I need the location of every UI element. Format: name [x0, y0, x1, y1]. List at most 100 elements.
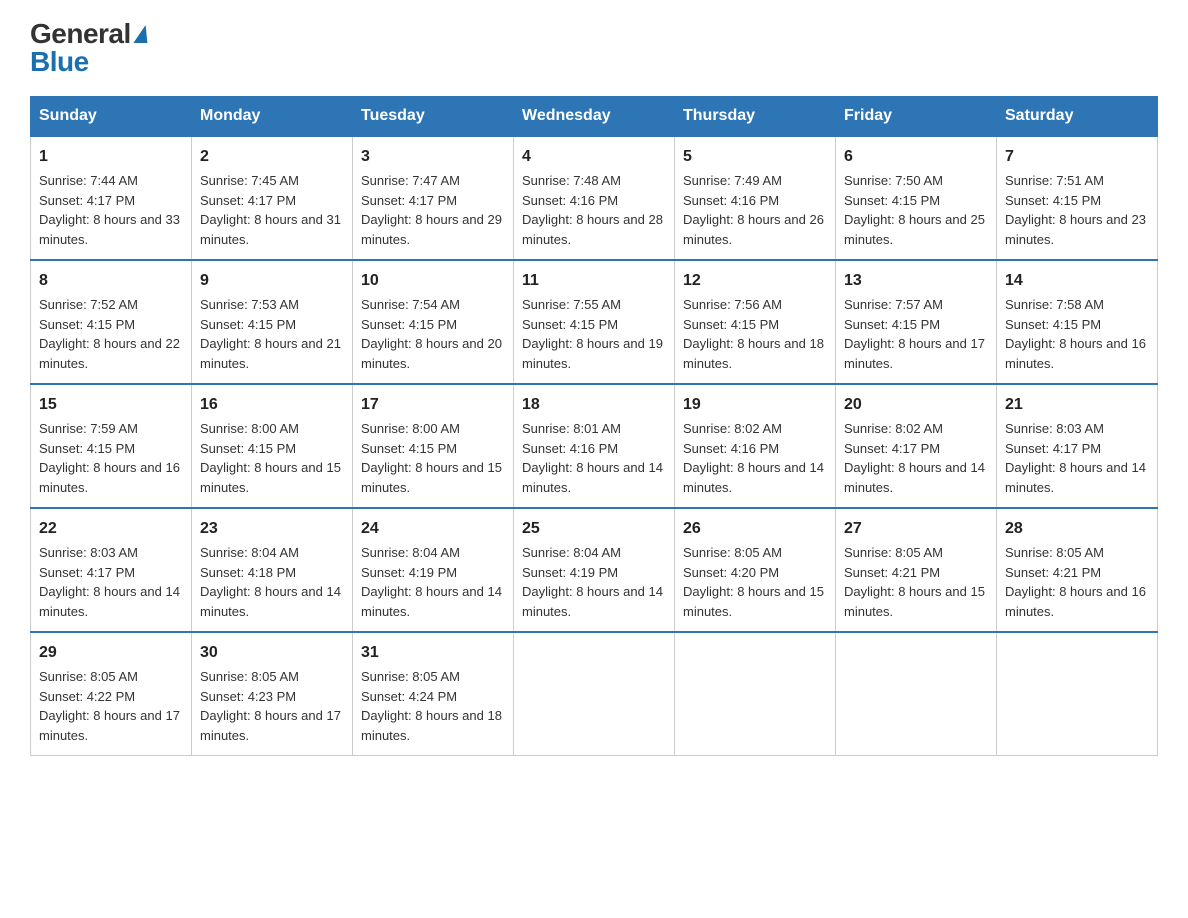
day-info: Sunrise: 8:05 AMSunset: 4:21 PMDaylight:… — [1005, 545, 1146, 619]
day-info: Sunrise: 7:49 AMSunset: 4:16 PMDaylight:… — [683, 173, 824, 247]
day-number: 11 — [522, 269, 666, 293]
day-number: 14 — [1005, 269, 1149, 293]
header-friday: Friday — [836, 97, 997, 137]
day-info: Sunrise: 8:00 AMSunset: 4:15 PMDaylight:… — [200, 421, 341, 495]
day-info: Sunrise: 8:05 AMSunset: 4:22 PMDaylight:… — [39, 669, 180, 743]
day-number: 8 — [39, 269, 183, 293]
day-cell-30: 30 Sunrise: 8:05 AMSunset: 4:23 PMDaylig… — [192, 632, 353, 756]
day-number: 4 — [522, 145, 666, 169]
calendar-table: SundayMondayTuesdayWednesdayThursdayFrid… — [30, 96, 1158, 756]
day-cell-2: 2 Sunrise: 7:45 AMSunset: 4:17 PMDayligh… — [192, 136, 353, 260]
day-number: 2 — [200, 145, 344, 169]
day-info: Sunrise: 7:44 AMSunset: 4:17 PMDaylight:… — [39, 173, 180, 247]
day-cell-8: 8 Sunrise: 7:52 AMSunset: 4:15 PMDayligh… — [31, 260, 192, 384]
empty-cell — [514, 632, 675, 756]
day-number: 16 — [200, 393, 344, 417]
day-info: Sunrise: 7:45 AMSunset: 4:17 PMDaylight:… — [200, 173, 341, 247]
day-number: 18 — [522, 393, 666, 417]
day-number: 28 — [1005, 517, 1149, 541]
day-info: Sunrise: 7:47 AMSunset: 4:17 PMDaylight:… — [361, 173, 502, 247]
day-cell-28: 28 Sunrise: 8:05 AMSunset: 4:21 PMDaylig… — [997, 508, 1158, 632]
day-info: Sunrise: 7:50 AMSunset: 4:15 PMDaylight:… — [844, 173, 985, 247]
day-number: 6 — [844, 145, 988, 169]
day-number: 3 — [361, 145, 505, 169]
day-number: 9 — [200, 269, 344, 293]
day-info: Sunrise: 8:02 AMSunset: 4:16 PMDaylight:… — [683, 421, 824, 495]
empty-cell — [836, 632, 997, 756]
day-cell-4: 4 Sunrise: 7:48 AMSunset: 4:16 PMDayligh… — [514, 136, 675, 260]
day-info: Sunrise: 7:59 AMSunset: 4:15 PMDaylight:… — [39, 421, 180, 495]
day-number: 20 — [844, 393, 988, 417]
day-cell-22: 22 Sunrise: 8:03 AMSunset: 4:17 PMDaylig… — [31, 508, 192, 632]
day-number: 5 — [683, 145, 827, 169]
day-number: 17 — [361, 393, 505, 417]
day-info: Sunrise: 8:05 AMSunset: 4:23 PMDaylight:… — [200, 669, 341, 743]
header-wednesday: Wednesday — [514, 97, 675, 137]
day-number: 12 — [683, 269, 827, 293]
day-number: 24 — [361, 517, 505, 541]
day-info: Sunrise: 8:05 AMSunset: 4:21 PMDaylight:… — [844, 545, 985, 619]
day-cell-6: 6 Sunrise: 7:50 AMSunset: 4:15 PMDayligh… — [836, 136, 997, 260]
day-info: Sunrise: 7:55 AMSunset: 4:15 PMDaylight:… — [522, 297, 663, 371]
day-number: 22 — [39, 517, 183, 541]
day-cell-13: 13 Sunrise: 7:57 AMSunset: 4:15 PMDaylig… — [836, 260, 997, 384]
day-info: Sunrise: 7:53 AMSunset: 4:15 PMDaylight:… — [200, 297, 341, 371]
day-info: Sunrise: 7:51 AMSunset: 4:15 PMDaylight:… — [1005, 173, 1146, 247]
day-cell-3: 3 Sunrise: 7:47 AMSunset: 4:17 PMDayligh… — [353, 136, 514, 260]
day-cell-25: 25 Sunrise: 8:04 AMSunset: 4:19 PMDaylig… — [514, 508, 675, 632]
day-number: 29 — [39, 641, 183, 665]
logo: General Blue — [30, 20, 149, 76]
day-cell-15: 15 Sunrise: 7:59 AMSunset: 4:15 PMDaylig… — [31, 384, 192, 508]
calendar-week-3: 15 Sunrise: 7:59 AMSunset: 4:15 PMDaylig… — [31, 384, 1158, 508]
logo-triangle-icon — [133, 25, 150, 43]
day-info: Sunrise: 8:04 AMSunset: 4:19 PMDaylight:… — [522, 545, 663, 619]
day-cell-14: 14 Sunrise: 7:58 AMSunset: 4:15 PMDaylig… — [997, 260, 1158, 384]
day-info: Sunrise: 7:52 AMSunset: 4:15 PMDaylight:… — [39, 297, 180, 371]
day-number: 26 — [683, 517, 827, 541]
empty-cell — [675, 632, 836, 756]
day-number: 31 — [361, 641, 505, 665]
day-cell-16: 16 Sunrise: 8:00 AMSunset: 4:15 PMDaylig… — [192, 384, 353, 508]
day-info: Sunrise: 8:02 AMSunset: 4:17 PMDaylight:… — [844, 421, 985, 495]
header-tuesday: Tuesday — [353, 97, 514, 137]
day-cell-12: 12 Sunrise: 7:56 AMSunset: 4:15 PMDaylig… — [675, 260, 836, 384]
calendar-week-4: 22 Sunrise: 8:03 AMSunset: 4:17 PMDaylig… — [31, 508, 1158, 632]
day-cell-23: 23 Sunrise: 8:04 AMSunset: 4:18 PMDaylig… — [192, 508, 353, 632]
day-number: 21 — [1005, 393, 1149, 417]
day-number: 1 — [39, 145, 183, 169]
day-number: 23 — [200, 517, 344, 541]
day-number: 30 — [200, 641, 344, 665]
day-number: 13 — [844, 269, 988, 293]
day-cell-20: 20 Sunrise: 8:02 AMSunset: 4:17 PMDaylig… — [836, 384, 997, 508]
day-cell-31: 31 Sunrise: 8:05 AMSunset: 4:24 PMDaylig… — [353, 632, 514, 756]
day-cell-26: 26 Sunrise: 8:05 AMSunset: 4:20 PMDaylig… — [675, 508, 836, 632]
day-info: Sunrise: 8:05 AMSunset: 4:24 PMDaylight:… — [361, 669, 502, 743]
day-number: 10 — [361, 269, 505, 293]
header-monday: Monday — [192, 97, 353, 137]
calendar-header-row: SundayMondayTuesdayWednesdayThursdayFrid… — [31, 97, 1158, 137]
day-cell-7: 7 Sunrise: 7:51 AMSunset: 4:15 PMDayligh… — [997, 136, 1158, 260]
day-cell-5: 5 Sunrise: 7:49 AMSunset: 4:16 PMDayligh… — [675, 136, 836, 260]
day-cell-9: 9 Sunrise: 7:53 AMSunset: 4:15 PMDayligh… — [192, 260, 353, 384]
day-cell-29: 29 Sunrise: 8:05 AMSunset: 4:22 PMDaylig… — [31, 632, 192, 756]
day-info: Sunrise: 7:56 AMSunset: 4:15 PMDaylight:… — [683, 297, 824, 371]
day-info: Sunrise: 8:00 AMSunset: 4:15 PMDaylight:… — [361, 421, 502, 495]
day-cell-10: 10 Sunrise: 7:54 AMSunset: 4:15 PMDaylig… — [353, 260, 514, 384]
day-cell-17: 17 Sunrise: 8:00 AMSunset: 4:15 PMDaylig… — [353, 384, 514, 508]
day-cell-21: 21 Sunrise: 8:03 AMSunset: 4:17 PMDaylig… — [997, 384, 1158, 508]
day-info: Sunrise: 8:04 AMSunset: 4:19 PMDaylight:… — [361, 545, 502, 619]
calendar-week-5: 29 Sunrise: 8:05 AMSunset: 4:22 PMDaylig… — [31, 632, 1158, 756]
day-info: Sunrise: 7:58 AMSunset: 4:15 PMDaylight:… — [1005, 297, 1146, 371]
day-info: Sunrise: 8:01 AMSunset: 4:16 PMDaylight:… — [522, 421, 663, 495]
empty-cell — [997, 632, 1158, 756]
day-info: Sunrise: 7:57 AMSunset: 4:15 PMDaylight:… — [844, 297, 985, 371]
day-info: Sunrise: 7:48 AMSunset: 4:16 PMDaylight:… — [522, 173, 663, 247]
header-saturday: Saturday — [997, 97, 1158, 137]
header-thursday: Thursday — [675, 97, 836, 137]
header: General Blue — [30, 20, 1158, 76]
day-number: 27 — [844, 517, 988, 541]
day-number: 7 — [1005, 145, 1149, 169]
day-info: Sunrise: 7:54 AMSunset: 4:15 PMDaylight:… — [361, 297, 502, 371]
day-cell-24: 24 Sunrise: 8:04 AMSunset: 4:19 PMDaylig… — [353, 508, 514, 632]
calendar-week-1: 1 Sunrise: 7:44 AMSunset: 4:17 PMDayligh… — [31, 136, 1158, 260]
